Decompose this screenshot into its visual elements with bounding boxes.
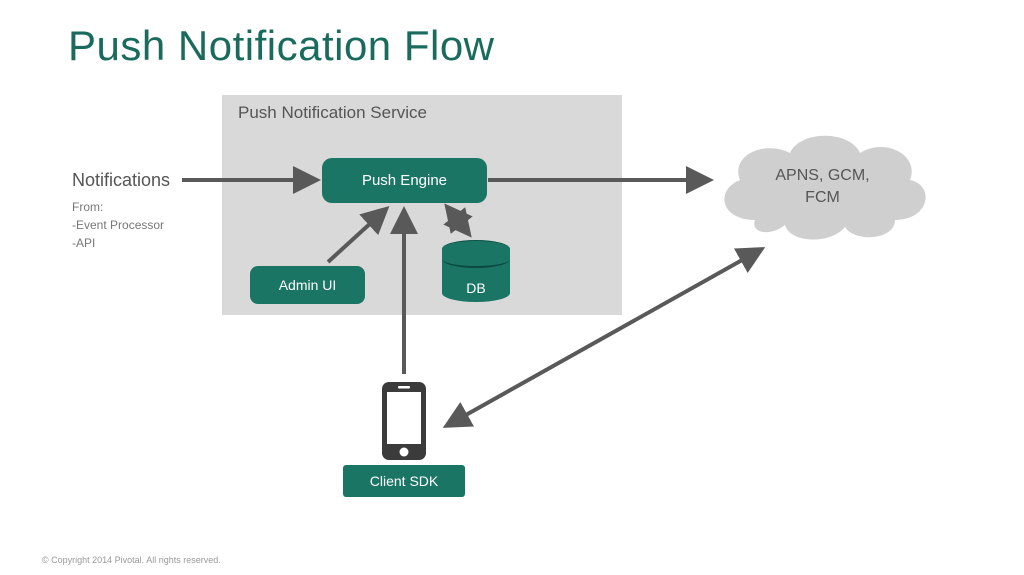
cloud-label: APNS, GCM, FCM: [740, 165, 905, 208]
notifications-source-1: -Event Processor: [72, 218, 164, 232]
notifications-heading: Notifications: [72, 170, 170, 191]
client-sdk-box: Client SDK: [343, 465, 465, 497]
slide-title: Push Notification Flow: [68, 22, 495, 70]
notifications-source-2: -API: [72, 236, 95, 250]
admin-ui-box: Admin UI: [250, 266, 365, 304]
admin-ui-label: Admin UI: [279, 277, 337, 293]
client-sdk-label: Client SDK: [370, 473, 438, 489]
notifications-from-label: From:: [72, 200, 103, 214]
cloud-label-line2: FCM: [805, 189, 840, 206]
service-container-label: Push Notification Service: [238, 103, 427, 123]
push-engine-label: Push Engine: [362, 172, 447, 189]
phone-icon: [378, 380, 430, 462]
cloud-label-line1: APNS, GCM,: [775, 167, 869, 184]
push-engine-box: Push Engine: [322, 158, 487, 203]
notifications-sources: From: -Event Processor -API: [72, 198, 164, 252]
db-cylinder: DB: [442, 240, 510, 302]
copyright-text: © Copyright 2014 Pivotal. All rights res…: [42, 555, 221, 565]
db-label: DB: [442, 280, 510, 296]
